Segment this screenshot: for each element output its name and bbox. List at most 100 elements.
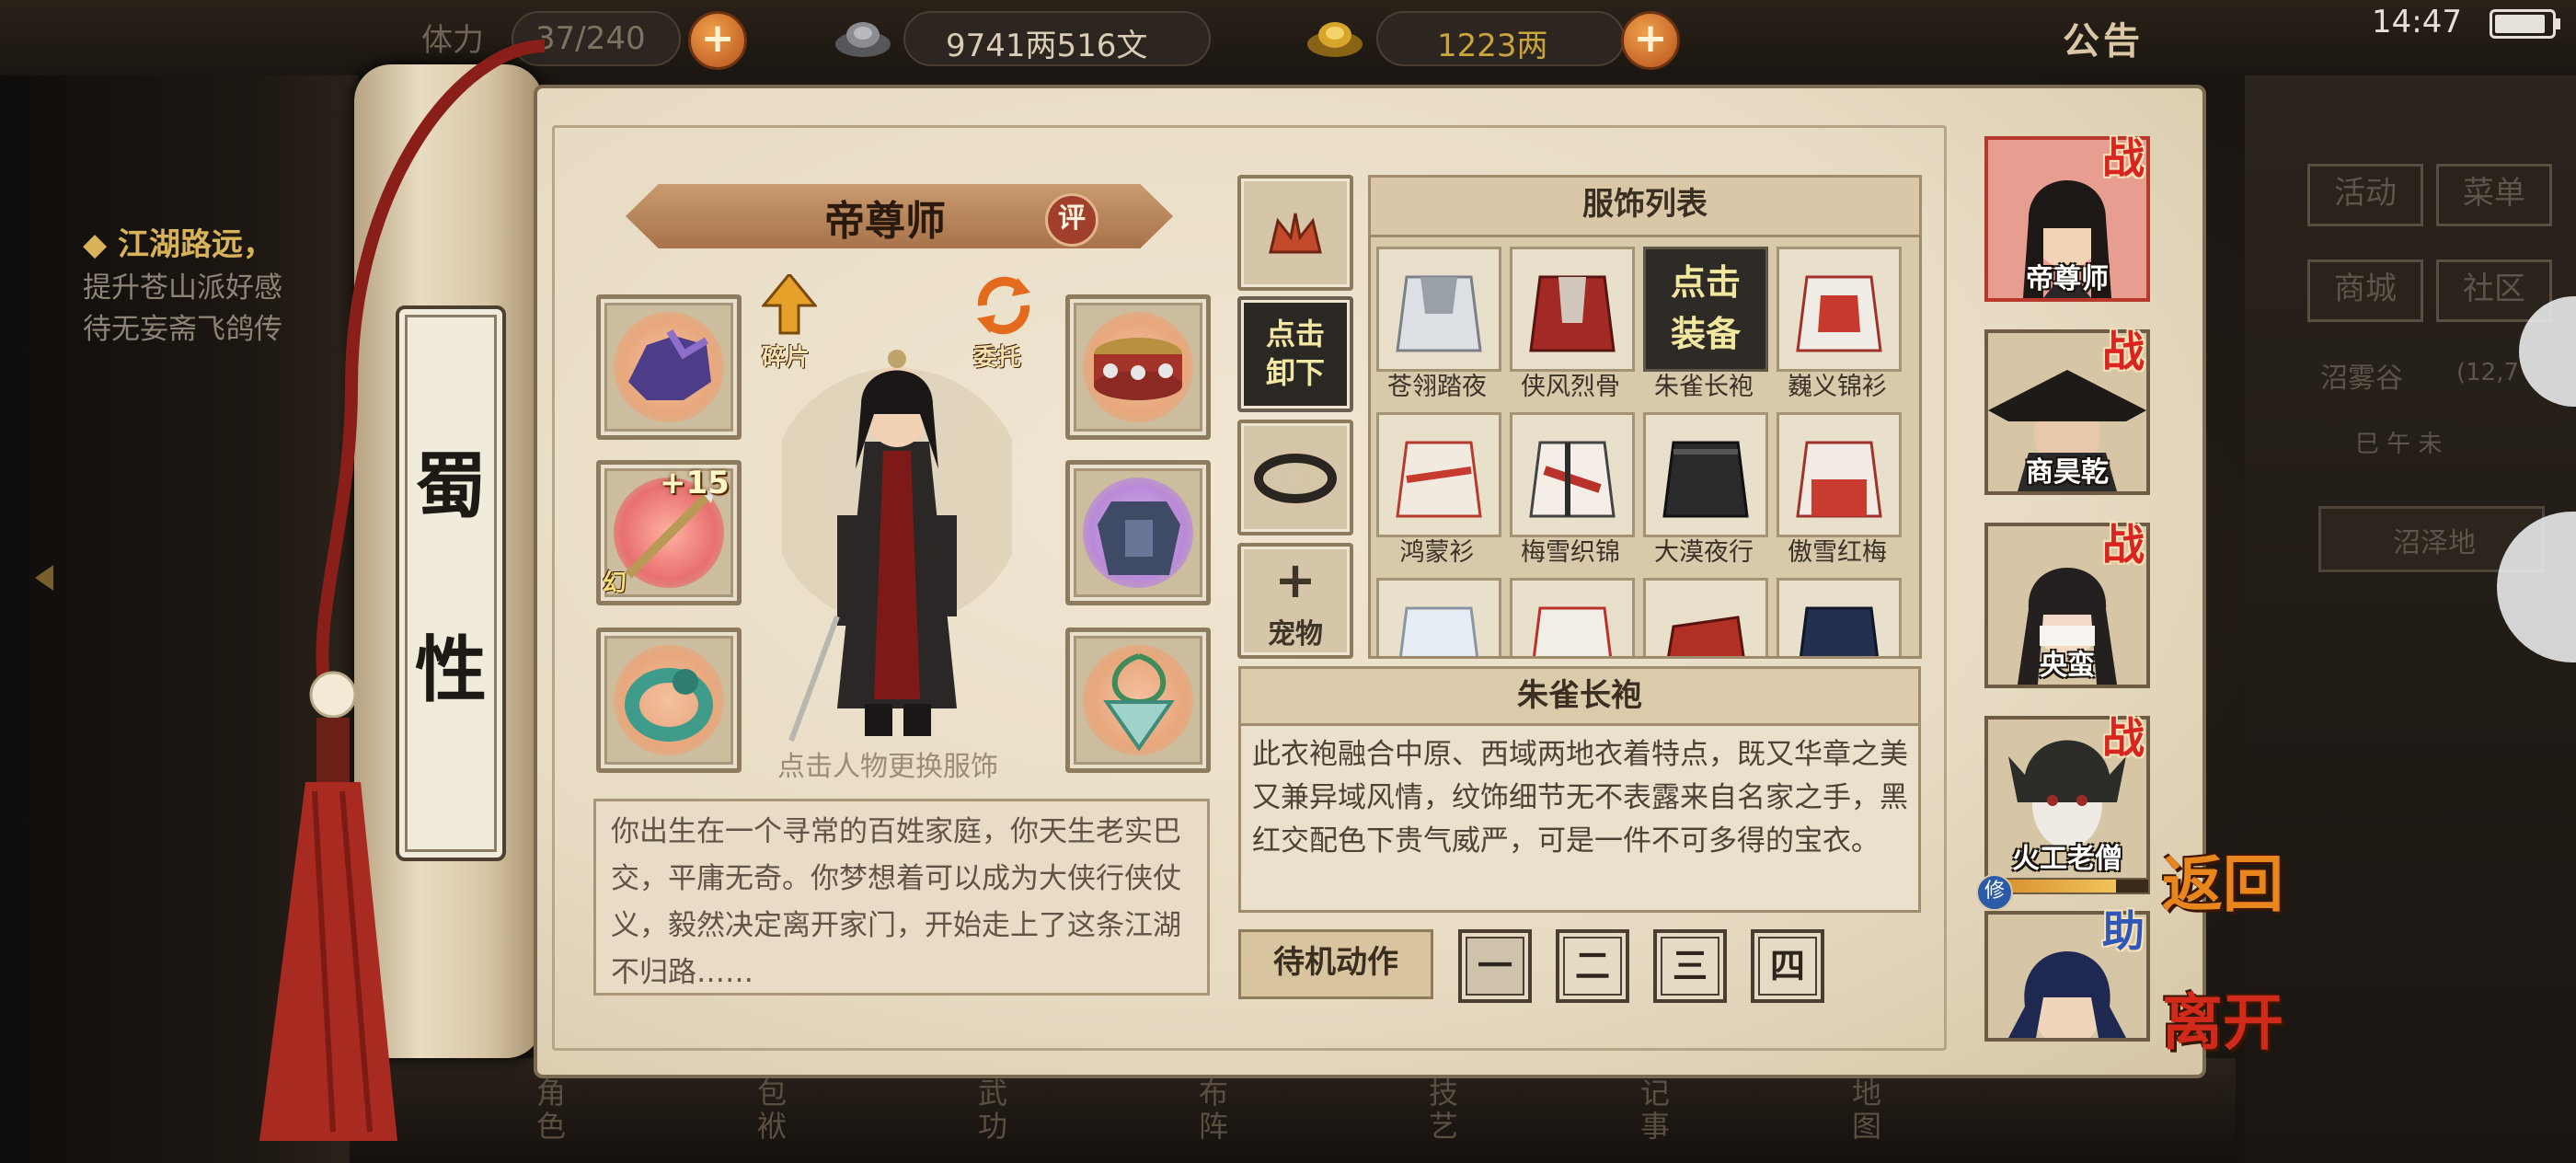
character-name: 帝尊师 [824,198,946,245]
outfit-icon [1799,606,1880,656]
return-button[interactable]: 返回 [2162,835,2283,924]
costume-item-label: 梅雪织锦 [1521,538,1620,567]
costume-item[interactable] [1376,247,1501,372]
costume-item[interactable] [1510,578,1635,656]
costume-item-label: 鸿蒙衫 [1399,538,1475,567]
area-name: 沼泽地 [2393,527,2476,559]
bottom-nav-label: 技艺 [1428,1076,1458,1144]
outfit-icon [1667,616,1745,656]
party-member-name: 商昊乾 [2026,456,2109,489]
bottom-nav-label: 武功 [977,1076,1007,1144]
silver-ingot-icon [833,13,893,61]
bottom-nav-item-bag[interactable]: 包袱 [754,1077,789,1143]
weapon-plus-badge: +15 [660,465,730,501]
costume-list-header: 服饰列表 [1368,175,1922,237]
idle-action-label: 待机动作 [1238,929,1433,999]
costume-item[interactable] [1643,412,1768,537]
battery-fill [2495,15,2545,33]
jade-ring-icon [625,668,713,742]
equip-slot-ring[interactable] [596,628,742,773]
costume-item-selected[interactable]: 点击 装备 [1643,247,1768,372]
gold-ingot-icon [1305,13,1365,61]
pet-slot[interactable]: + 宠物 [1237,543,1353,659]
costume-item[interactable] [1777,412,1902,537]
costume-item[interactable] [1510,412,1635,537]
outfit-icon [1662,441,1749,518]
idle-option-2[interactable]: 二 [1556,929,1629,1003]
party-member-name: 火工老僧 [2012,843,2122,875]
costume-item[interactable] [1376,578,1501,656]
costume-item[interactable] [1777,247,1902,372]
bottom-nav-item-formation[interactable]: 布阵 [1196,1077,1231,1143]
unequip-button[interactable]: 点击 卸下 [1237,296,1353,412]
refresh-icon [977,276,1030,335]
idle-option-3[interactable]: 三 [1653,929,1727,1003]
equip-line1: 点击 [1670,262,1741,303]
add-icon: + [1274,551,1317,609]
clock: 14:47 [2372,4,2462,40]
collapse-left-icon[interactable] [24,558,64,598]
idle-option-1[interactable]: 一 [1458,929,1532,1003]
outfit-icon [1396,275,1482,352]
tassel-decoration [241,37,572,1159]
costume-item[interactable] [1643,578,1768,656]
outfit-icon [1529,275,1616,352]
gold-value: 1223两 [1437,28,1548,64]
costume-list[interactable]: 苍翎踏夜 侠风烈骨 点击 装备 朱雀长袍 巍义锦衫 鸿蒙衫 梅雪织锦 大漠夜行 … [1368,235,1922,659]
bottom-nav-item-journal[interactable]: 记事 [1638,1077,1673,1143]
up-arrow-icon [760,271,819,335]
bottom-nav-label: 包袱 [756,1076,787,1144]
menu-main[interactable]: 菜单 [2436,164,2552,226]
role-tag-support: 助 [2102,906,2145,956]
bottom-nav-label: 地图 [1851,1076,1881,1144]
add-gold-button[interactable]: + [1621,11,1680,70]
description-header: 朱雀长袍 [1238,666,1921,729]
menu-shop[interactable]: 商城 [2307,259,2423,322]
costume-item[interactable] [1777,578,1902,656]
outfit-icon [1796,441,1882,518]
location-name: 沼雾谷 [2320,363,2403,395]
equip-line2: 装备 [1670,314,1741,354]
armor-icon [1098,501,1180,575]
character-figure[interactable] [768,331,1026,745]
idle-option-4[interactable]: 四 [1751,929,1824,1003]
unequip-line1: 点击 [1265,317,1325,351]
add-stamina-button[interactable]: + [688,11,747,70]
role-tag: 战 [2102,133,2145,183]
costume-item[interactable] [1510,247,1635,372]
costume-item-label: 大漠夜行 [1654,538,1754,567]
bottom-nav-label: 布阵 [1198,1076,1228,1144]
bracelet-icon [1094,338,1182,400]
costume-item-label: 傲雪红梅 [1788,538,1887,567]
leave-button[interactable]: 离开 [2162,973,2283,1062]
costume-slot-hat[interactable] [1237,175,1353,291]
character-bio: 你出生在一个寻常的百姓家庭，你天生老实巴交，平庸无奇。你梦想着可以成为大侠行侠仗… [593,799,1210,996]
bottom-nav-item-map[interactable]: 地图 [1849,1077,1884,1143]
idle-action-text: 待机动作 [1273,944,1398,981]
equip-slot-armor[interactable] [1065,460,1211,605]
notice-button[interactable]: 公告 [2063,11,2144,64]
menu-activity[interactable]: 活动 [2307,164,2423,226]
costume-slot-belt[interactable] [1237,420,1353,535]
equip-slot-pendant[interactable] [1065,628,1211,773]
role-tag: 战 [2102,713,2145,763]
equip-slot-accessory[interactable] [1065,294,1211,440]
equip-slot-helmet[interactable] [596,294,742,440]
idle-option-label: 三 [1672,946,1708,986]
costume-item[interactable] [1376,412,1501,537]
silver-value: 9741两516文 [946,28,1148,64]
crown-icon [1269,213,1322,254]
role-tag: 战 [2102,520,2145,570]
cultivation-badge: 修 [1976,874,2013,911]
costume-item-label: 侠风烈骨 [1521,373,1620,401]
rate-button[interactable]: 评 [1045,193,1098,247]
change-outfit-hint: 点击人物更换服饰 [777,751,998,783]
description-title: 朱雀长袍 [1517,677,1642,714]
bottom-nav-item-skills[interactable]: 技艺 [1426,1077,1461,1143]
belt-icon [1254,454,1337,503]
idle-option-label: 四 [1769,946,1805,986]
party-member-name: 帝尊师 [2026,263,2109,295]
unequip-line2: 卸下 [1265,355,1325,390]
equip-slot-weapon[interactable]: +15 幻 [596,460,742,605]
bottom-nav-item-martial[interactable]: 武功 [975,1077,1010,1143]
